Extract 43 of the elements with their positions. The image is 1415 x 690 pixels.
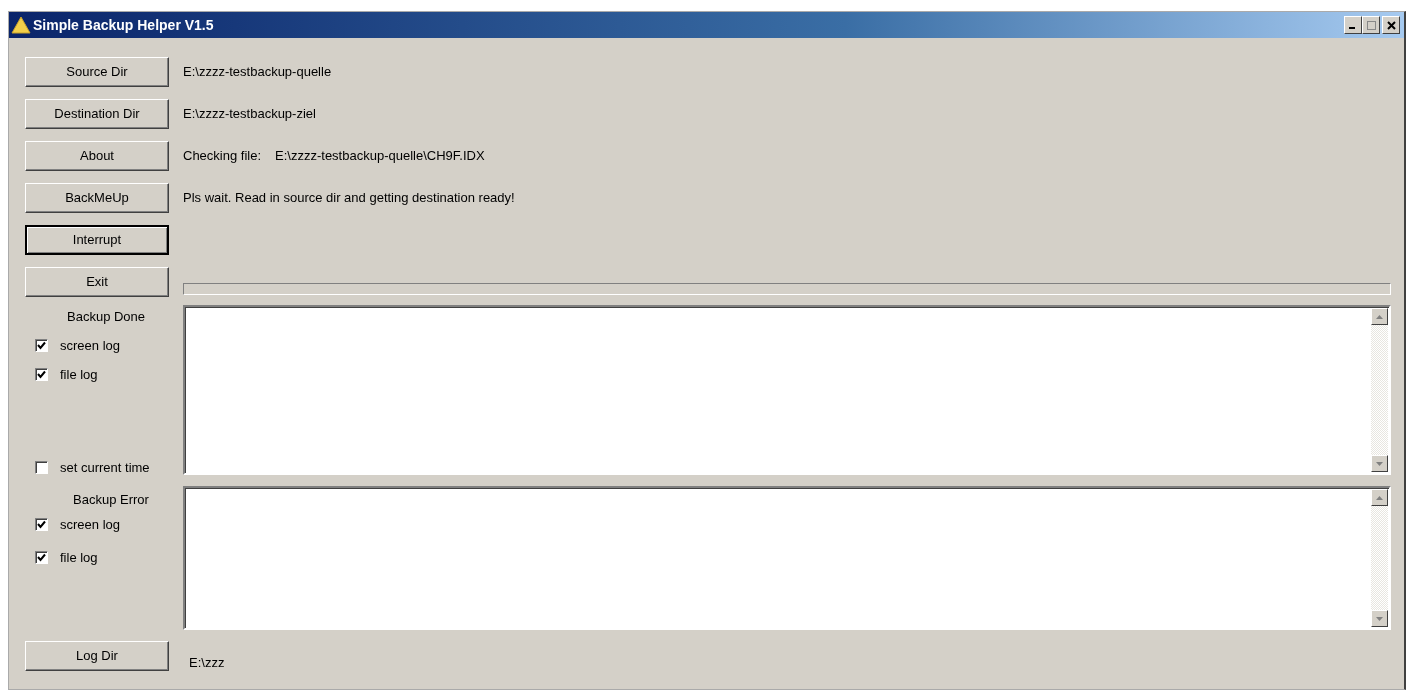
checkbox[interactable]: file log: [35, 367, 98, 382]
log-text-area[interactable]: [183, 486, 1391, 630]
window-title: Simple Backup Helper V1.5: [33, 17, 214, 33]
scrollbar[interactable]: [1371, 489, 1388, 627]
scroll-down-button[interactable]: [1371, 455, 1388, 472]
maximize-icon: [1366, 20, 1376, 30]
log-dir-path: E:\zzz: [189, 655, 225, 670]
push-button[interactable]: Exit: [25, 266, 169, 297]
checkbox[interactable]: set current time: [35, 460, 150, 475]
push-button[interactable]: Log Dir: [25, 640, 169, 671]
log-text-area[interactable]: [183, 305, 1391, 475]
scroll-up-button[interactable]: [1371, 308, 1388, 325]
status-text: E:\zzzz-testbackup-ziel: [183, 106, 316, 121]
status-label: Checking file:: [183, 148, 262, 163]
section-label: Backup Done: [67, 309, 146, 324]
checkbox[interactable]: file log: [35, 550, 98, 565]
checkbox[interactable]: screen log: [35, 338, 120, 353]
up-arrow-icon: [1376, 495, 1383, 500]
push-button[interactable]: Source Dir: [25, 56, 169, 87]
minimize-button[interactable]: [1344, 16, 1362, 34]
up-arrow-icon: [1376, 314, 1383, 319]
status-text: Pls wait. Read in source dir and getting destination ready!: [183, 190, 515, 205]
push-button[interactable]: Destination Dir: [25, 98, 169, 129]
check-icon: [37, 553, 46, 562]
close-button[interactable]: [1382, 16, 1400, 34]
status-text: E:\zzzz-testbackup-quelle: [183, 64, 332, 79]
warning-triangle-icon: [11, 16, 31, 34]
close-icon: [1386, 20, 1396, 30]
check-icon: [37, 370, 46, 379]
push-button[interactable]: About: [25, 140, 169, 171]
scrollbar[interactable]: [1371, 308, 1388, 472]
status-text: E:\zzzz-testbackup-quelle\CH9F.IDX: [275, 148, 485, 163]
down-arrow-icon: [1376, 616, 1383, 621]
down-arrow-icon: [1376, 461, 1383, 466]
check-icon: [37, 341, 46, 350]
maximize-button[interactable]: [1362, 16, 1380, 34]
checkbox[interactable]: screen log: [35, 517, 120, 532]
push-button[interactable]: Interrupt: [25, 224, 169, 255]
scroll-down-button[interactable]: [1371, 610, 1388, 627]
scroll-up-button[interactable]: [1371, 489, 1388, 506]
check-icon: [37, 520, 46, 529]
section-label: Backup Error: [73, 492, 149, 507]
push-button[interactable]: BackMeUp: [25, 182, 169, 213]
